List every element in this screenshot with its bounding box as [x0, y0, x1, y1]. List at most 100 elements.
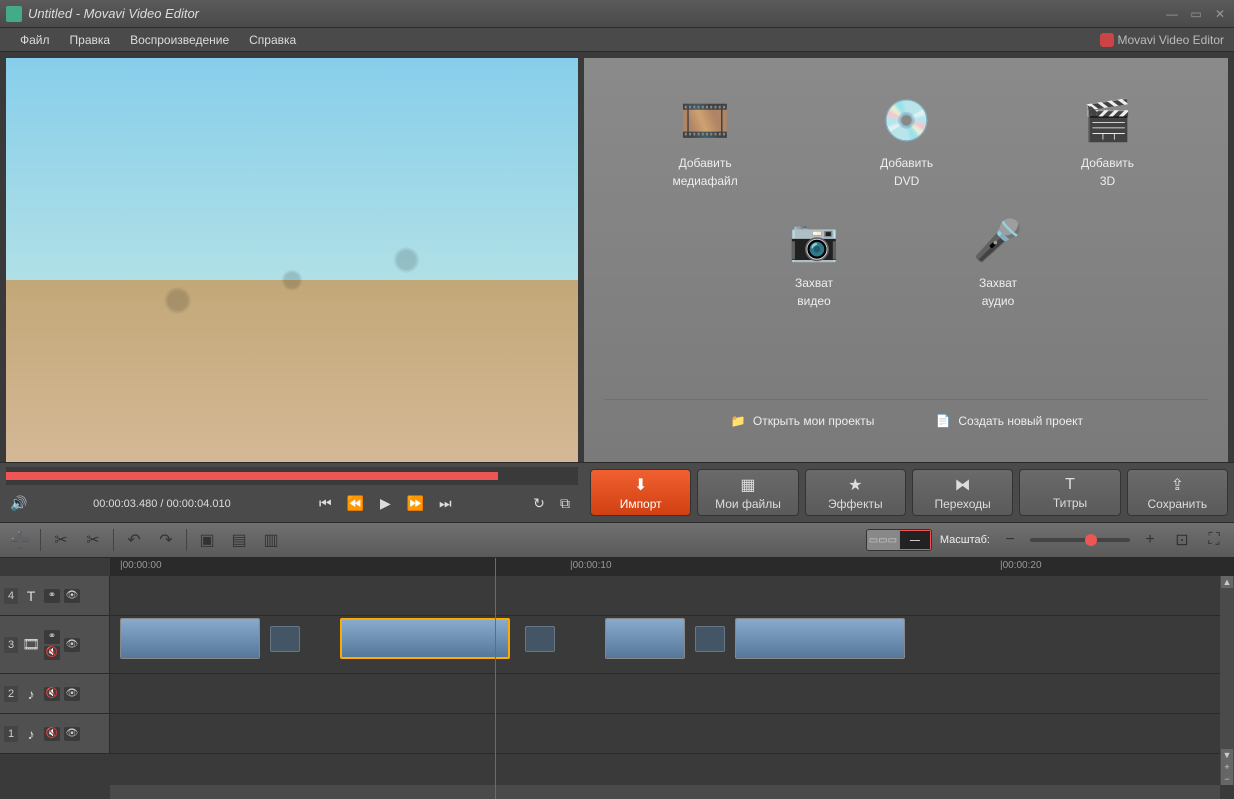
track-content-titles[interactable] [110, 576, 1234, 615]
add-3d-label1: Добавить [1081, 156, 1134, 170]
brand-text: Movavi Video Editor [1118, 33, 1225, 47]
scroll-up-button[interactable]: ▲ [1221, 576, 1233, 588]
tab-effects[interactable]: ★Эффекты [805, 469, 906, 516]
play-button[interactable]: ▶ [376, 495, 394, 513]
new-project-link[interactable]: 📄 Создать новый проект [934, 412, 1083, 430]
menu-bar: Файл Правка Воспроизведение Справка Mova… [0, 28, 1234, 52]
zoom-out-button[interactable]: − [998, 528, 1022, 552]
track-number: 4 [4, 588, 18, 604]
tab-import[interactable]: ⬇Импорт [590, 469, 691, 516]
track-mute-button[interactable]: 🔇 [44, 727, 60, 741]
cut-button[interactable]: ✂ [49, 528, 73, 552]
storyboard-view-button[interactable]: ▭▭▭ [867, 530, 899, 550]
playback-bar: 🔊 00:00:03.480 / 00:00:04.010 ⏮ ⏪ ▶ ⏩ ⏭ … [0, 462, 1234, 522]
add-track-button[interactable]: + [1221, 761, 1233, 773]
star-icon: ★ [848, 475, 862, 495]
tool-2-button[interactable]: ▤ [227, 528, 251, 552]
add-media-button[interactable]: 🎞️ Добавить медиафайл [672, 88, 737, 188]
fastforward-button[interactable]: ⏩ [406, 495, 424, 513]
timeline-tracks: 4 T ⚭ 👁 3 🎞 ⚭ 🔇 👁 1.mp4 (0:00:03) Summer [0, 576, 1234, 754]
capture-video-button[interactable]: 📷 Захват видео [782, 208, 846, 308]
remove-track-button[interactable]: − [1221, 773, 1233, 785]
transition-2[interactable] [525, 626, 555, 652]
zoom-slider[interactable] [1030, 538, 1130, 542]
track-visible-button[interactable]: 👁 [64, 727, 80, 741]
track-visible-button[interactable]: 👁 [64, 687, 80, 701]
volume-icon[interactable]: 🔊 [10, 495, 27, 512]
scroll-down-button[interactable]: ▼ [1221, 749, 1233, 761]
split-button[interactable]: ✂ [81, 528, 105, 552]
clip-thumb [736, 619, 904, 658]
clip-4[interactable]: Water.jpg (0:00:04) [735, 618, 905, 659]
scrub-bar[interactable] [6, 467, 578, 485]
track-link-button[interactable]: ⚭ [44, 630, 60, 644]
menu-playback[interactable]: Воспроизведение [120, 33, 239, 47]
track-mute-button[interactable]: 🔇 [44, 687, 60, 701]
track-visible-button[interactable]: 👁 [64, 589, 80, 603]
menu-help[interactable]: Справка [239, 33, 306, 47]
video-preview[interactable] [6, 58, 578, 462]
horizontal-scrollbar[interactable] [110, 785, 1220, 799]
undo-button[interactable]: ↶ [122, 528, 146, 552]
tool-3-button[interactable]: ▥ [259, 528, 283, 552]
filmstrip-icon: 🎞️ [673, 88, 737, 152]
transition-icon: ⧓ [955, 475, 971, 495]
new-project-label: Создать новый проект [958, 414, 1083, 428]
track-head-titles: 4 T ⚭ 👁 [0, 576, 110, 615]
fullscreen-button[interactable]: ⛶ [1202, 528, 1226, 552]
app-icon [6, 6, 22, 22]
add-3d-button[interactable]: 🎬 Добавить 3D [1076, 88, 1140, 188]
tab-save[interactable]: ⇪Сохранить [1127, 469, 1228, 516]
redo-button[interactable]: ↷ [154, 528, 178, 552]
tab-myfiles[interactable]: ▦Мои файлы [697, 469, 798, 516]
import-actions: 📁 Открыть мои проекты 📄 Создать новый пр… [604, 399, 1208, 442]
zoom-in-button[interactable]: + [1138, 528, 1162, 552]
add-dvd-button[interactable]: 💿 Добавить DVD [875, 88, 939, 188]
transition-1[interactable] [270, 626, 300, 652]
tool-1-button[interactable]: ▣ [195, 528, 219, 552]
menu-file[interactable]: Файл [10, 33, 60, 47]
tab-titles[interactable]: TТитры [1019, 469, 1120, 516]
minimize-button[interactable]: — [1164, 7, 1180, 21]
timeline-ruler[interactable]: |00:00:00 |00:00:10 |00:00:20 [110, 558, 1234, 576]
track-content-audio2[interactable] [110, 674, 1234, 713]
maximize-button[interactable]: ▭ [1188, 7, 1204, 21]
menu-edit[interactable]: Правка [60, 33, 121, 47]
clip-1[interactable]: 1.mp4 (0:00:03) [120, 618, 260, 659]
capture-audio-button[interactable]: 🎤 Захват аудио [966, 208, 1030, 308]
tab-transitions[interactable]: ⧓Переходы [912, 469, 1013, 516]
track-content-audio1[interactable] [110, 714, 1234, 753]
import-row-2: 📷 Захват видео 🎤 Захват аудио [604, 208, 1208, 308]
cap-video-label2: видео [797, 294, 830, 308]
scrub-progress [6, 472, 498, 480]
files-icon: ▦ [740, 475, 755, 495]
audio-track-icon: ♪ [22, 725, 40, 743]
webcam-icon: 📷 [782, 208, 846, 272]
folder-icon: 📁 [729, 412, 747, 430]
add-button[interactable]: ➕ [8, 528, 32, 552]
track-visible-button[interactable]: 👁 [64, 638, 80, 652]
transition-3[interactable] [695, 626, 725, 652]
playhead[interactable] [495, 558, 496, 799]
playback-controls: 🔊 00:00:03.480 / 00:00:04.010 ⏮ ⏪ ▶ ⏩ ⏭ … [0, 485, 584, 522]
track-mute-button[interactable]: 🔇 [44, 646, 60, 660]
timeline-view-button[interactable]: ⎯⎯ [899, 530, 931, 550]
zoom-thumb[interactable] [1085, 534, 1097, 546]
zoom-fit-button[interactable]: ⊡ [1170, 528, 1194, 552]
window-controls: — ▭ ✕ [1164, 7, 1228, 21]
rewind-button[interactable]: ⏪ [346, 495, 364, 513]
clip-3[interactable]: Swimming.jpg (0:... [605, 618, 685, 659]
import-panel: 🎞️ Добавить медиафайл 💿 Добавить DVD 🎬 Д… [584, 58, 1228, 462]
crop-button[interactable]: ⧉ [556, 495, 574, 513]
track-content-video[interactable]: 1.mp4 (0:00:03) Summer.mp4 (0:00:04) Swi… [110, 616, 1234, 673]
vertical-scrollbar[interactable]: ▲ ▼ + − [1220, 576, 1234, 785]
separator [40, 529, 41, 551]
add-3d-label2: 3D [1100, 174, 1115, 188]
close-button[interactable]: ✕ [1212, 7, 1228, 21]
skip-end-button[interactable]: ⏭ [436, 495, 454, 513]
loop-button[interactable]: ↻ [530, 495, 548, 513]
clip-2[interactable]: Summer.mp4 (0:00:04) [340, 618, 510, 659]
track-link-button[interactable]: ⚭ [44, 589, 60, 603]
open-projects-link[interactable]: 📁 Открыть мои проекты [729, 412, 874, 430]
skip-start-button[interactable]: ⏮ [316, 495, 334, 513]
